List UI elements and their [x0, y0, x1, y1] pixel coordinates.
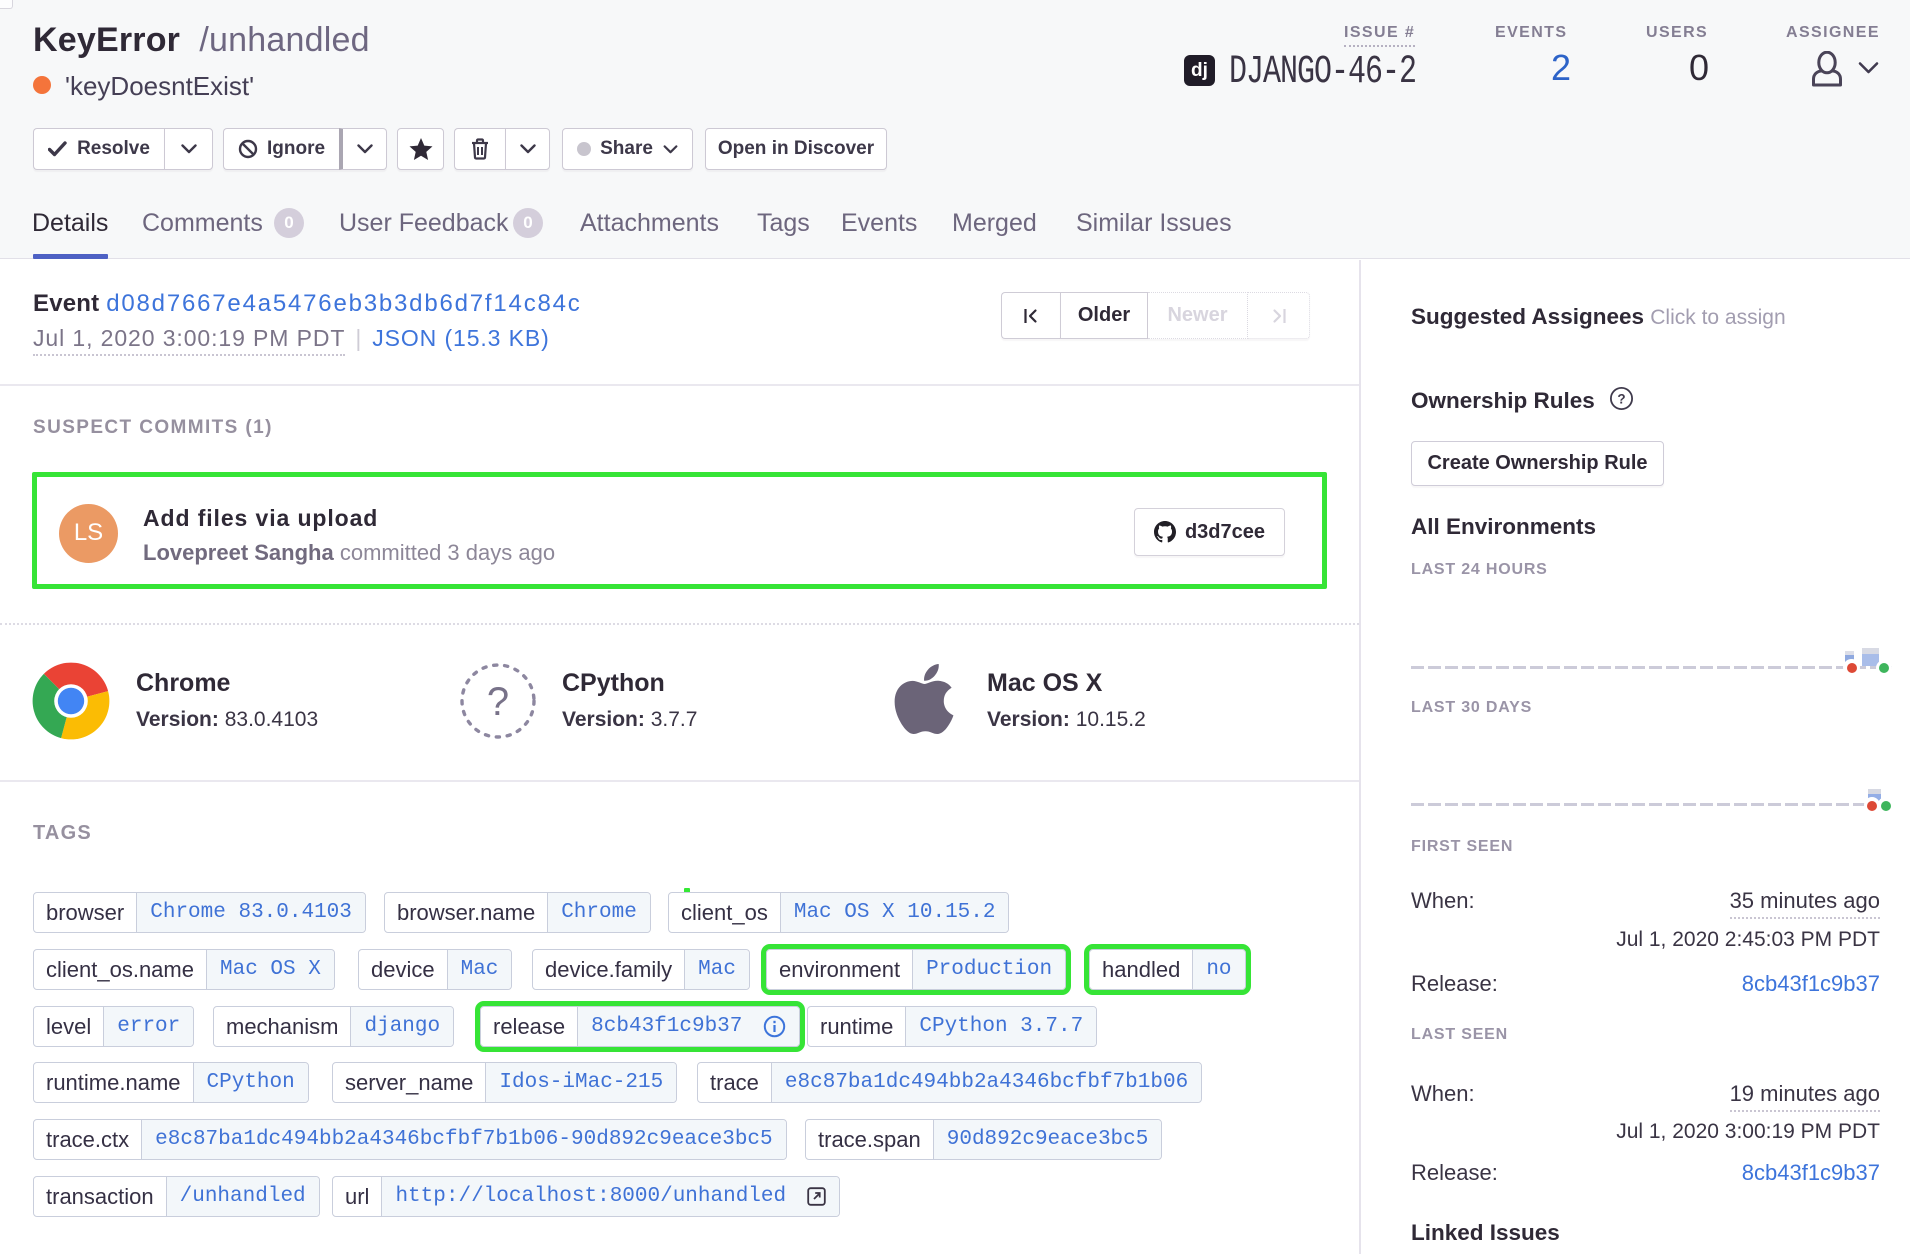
svg-text:?: ? — [487, 680, 509, 724]
svg-text:?: ? — [1617, 391, 1625, 406]
